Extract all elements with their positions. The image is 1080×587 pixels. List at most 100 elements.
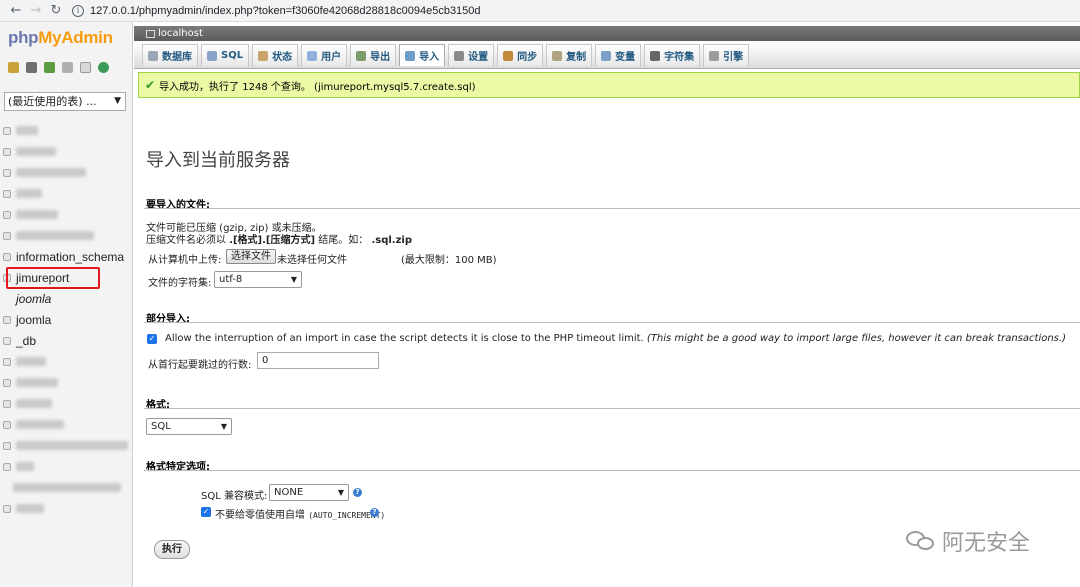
choose-file-button[interactable]: 选择文件 <box>226 249 276 264</box>
skip-rows-input[interactable]: 0 <box>257 352 379 369</box>
status-chart-icon <box>258 50 269 61</box>
tab-charsets[interactable]: 字符集 <box>644 44 701 66</box>
address-bar[interactable]: i 127.0.0.1/phpmyadmin/index.php?token=f… <box>72 4 481 17</box>
db-item-hidden-7[interactable] <box>0 351 133 372</box>
engine-icon <box>709 50 720 61</box>
db-item-hidden-3[interactable] <box>0 162 133 183</box>
tab-label: 用户 <box>321 52 342 63</box>
charset-select[interactable]: utf-8 ▼ <box>214 271 302 288</box>
phpmyadmin-logo[interactable]: phpMyAdmin <box>8 28 113 48</box>
tab-label: 同步 <box>517 52 538 63</box>
tab-export[interactable]: 导出 <box>350 44 397 66</box>
tab-engines[interactable]: 引擎 <box>703 44 750 66</box>
section-divider <box>144 322 1080 323</box>
db-item-hidden-11[interactable] <box>0 435 133 456</box>
blurred-name <box>16 441 128 450</box>
blurred-name <box>16 231 94 240</box>
filename-note-format: .[格式].[压缩方式] <box>229 235 316 246</box>
tab-import[interactable]: 导入 <box>399 44 446 66</box>
tab-status[interactable]: 状态 <box>252 44 299 66</box>
tab-sync[interactable]: 同步 <box>497 44 544 66</box>
home-icon[interactable] <box>8 62 19 73</box>
quick-icons <box>8 62 109 73</box>
info-icon[interactable]: i <box>72 4 84 17</box>
section-divider <box>144 408 1080 409</box>
db-item-hidden-8[interactable] <box>0 372 133 393</box>
wrench-icon <box>454 50 465 61</box>
blurred-name <box>16 168 86 177</box>
no-auto-value-zero-checkbox[interactable]: ✓ <box>201 507 211 517</box>
filename-note-example: .sql.zip <box>371 235 412 246</box>
db-item-hidden-2[interactable] <box>0 141 133 162</box>
filename-note-prefix: 压缩文件名必须以 <box>146 235 226 246</box>
db-item-hidden-5[interactable] <box>0 204 133 225</box>
variables-icon <box>601 50 612 61</box>
db-item-hidden-10[interactable] <box>0 414 133 435</box>
back-icon[interactable]: ← <box>6 2 26 20</box>
db-item-hidden-4[interactable] <box>0 183 133 204</box>
db-icon <box>3 336 11 345</box>
forward-icon[interactable]: → <box>26 2 46 20</box>
sync-icon <box>503 50 514 61</box>
db-item-hidden-9[interactable] <box>0 393 133 414</box>
allow-interrupt-checkbox[interactable]: ✓ <box>147 334 157 344</box>
filename-note: 压缩文件名必须以 .[格式].[压缩方式] 结尾。如： .sql.zip <box>146 231 412 246</box>
go-button[interactable]: 执行 <box>154 540 190 559</box>
db-item-hidden-13[interactable] <box>0 477 133 498</box>
charset-label: 文件的字符集: <box>148 278 212 289</box>
db-item-hidden-6[interactable] <box>0 225 133 246</box>
db-item-joomla[interactable]: joomla <box>0 309 133 330</box>
docs-icon[interactable] <box>80 62 91 73</box>
format-select[interactable]: SQL ▼ <box>146 418 232 435</box>
db-icon <box>3 357 11 366</box>
recent-tables-select[interactable]: (最近使用的表) ... ▼ <box>4 92 126 111</box>
tab-label: 引擎 <box>723 52 744 63</box>
format-value: SQL <box>151 421 171 432</box>
reload-nav-icon[interactable] <box>98 62 109 73</box>
chevron-down-icon: ▼ <box>337 488 344 497</box>
allow-interrupt-note: (This might be a good way to import larg… <box>646 333 1066 344</box>
chevron-down-icon: ▼ <box>220 422 227 431</box>
blurred-name <box>13 483 121 492</box>
recent-tables-value: (最近使用的表) ... <box>8 95 97 108</box>
reload-icon[interactable]: ↻ <box>46 2 66 20</box>
db-icon <box>3 147 11 156</box>
blurred-name <box>16 378 58 387</box>
db-item-information-schema[interactable]: information_schema <box>0 246 133 267</box>
tab-sql[interactable]: SQL <box>201 44 250 66</box>
highlight-annotation <box>6 267 100 289</box>
db-item-hidden-14[interactable] <box>0 498 133 519</box>
db-icon <box>3 126 11 135</box>
browser-bar: ← → ↻ i 127.0.0.1/phpmyadmin/index.php?t… <box>0 0 1080 22</box>
success-message: ✔ 导入成功，执行了 1248 个查询。 (jimureport.mysql5.… <box>138 72 1080 98</box>
db-item-joomla-italic[interactable]: joomla <box>0 288 133 309</box>
sql-compat-select[interactable]: NONE ▼ <box>269 484 349 501</box>
db-item-db[interactable]: _db <box>0 330 133 351</box>
db-item-hidden-12[interactable] <box>0 456 133 477</box>
success-text: 导入成功，执行了 1248 个查询。 (jimureport.mysql5.7.… <box>159 81 476 93</box>
export-icon <box>356 50 367 61</box>
settings-icon[interactable] <box>62 62 73 73</box>
db-icon <box>3 168 11 177</box>
blurred-name <box>16 420 64 429</box>
tab-users[interactable]: 用户 <box>301 44 348 66</box>
db-item-hidden-1[interactable] <box>0 120 133 141</box>
server-name: localhost <box>158 28 203 39</box>
logout-icon[interactable] <box>26 62 37 73</box>
tab-replication[interactable]: 复制 <box>546 44 593 66</box>
tab-label: SQL <box>221 50 244 61</box>
tab-variables[interactable]: 变量 <box>595 44 642 66</box>
tab-label: 复制 <box>566 52 587 63</box>
help-icon[interactable]: ? <box>353 488 362 497</box>
db-icon <box>3 462 11 471</box>
chevron-down-icon: ▼ <box>114 96 121 106</box>
server-breadcrumb[interactable]: localhost <box>134 26 1080 41</box>
db-icon <box>3 231 11 240</box>
help-icon[interactable]: ? <box>370 508 379 517</box>
query-window-icon[interactable] <box>44 62 55 73</box>
database-list: information_schema jimureport joomla joo… <box>0 120 133 519</box>
blurred-name <box>16 210 58 219</box>
tab-databases[interactable]: 数据库 <box>142 44 198 66</box>
tab-label: 导入 <box>419 52 440 63</box>
tab-settings[interactable]: 设置 <box>448 44 495 66</box>
